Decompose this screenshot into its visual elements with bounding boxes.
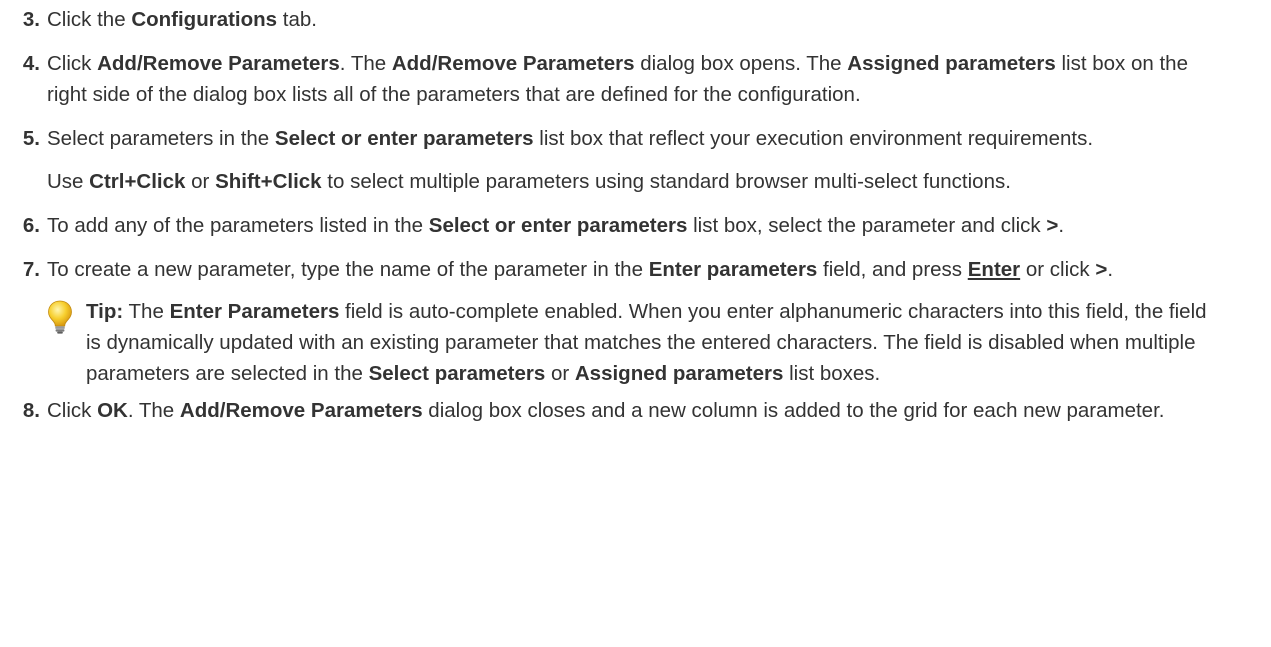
step-number: 7.: [22, 258, 40, 281]
document-body: 3. Click the Configurations tab. 4. Clic…: [0, 0, 1271, 426]
text: or click: [1020, 258, 1096, 281]
step-8: 8. Click OK. The Add/Remove Parameters d…: [0, 395, 1271, 426]
ui-term: Assigned parameters: [574, 362, 784, 385]
step-text: To add any of the parameters listed in t…: [47, 210, 1227, 241]
text: To add any of the parameters listed in t…: [47, 214, 429, 237]
text: or: [545, 362, 575, 385]
ui-term: Add/Remove Parameters: [391, 52, 635, 75]
step-7: 7. To create a new parameter, type the n…: [0, 254, 1271, 395]
text: To create a new parameter, type the name…: [47, 258, 649, 281]
tip-text: Tip: The Enter Parameters field is auto-…: [86, 296, 1227, 389]
text: . The: [127, 399, 180, 422]
step-text: Select parameters in the Select or enter…: [47, 123, 1227, 197]
text: dialog box closes and a new column is ad…: [422, 399, 1165, 422]
step-text: Click Add/Remove Parameters. The Add/Rem…: [47, 48, 1227, 110]
key-combo: Shift+Click: [215, 170, 322, 193]
tip-label: Tip:: [86, 300, 124, 323]
step-3: 3. Click the Configurations tab.: [0, 4, 1271, 35]
ui-term: Select parameters: [368, 362, 546, 385]
step-text: To create a new parameter, type the name…: [47, 254, 1227, 395]
text: Use: [47, 170, 90, 193]
text: field, and press: [817, 258, 968, 281]
text: .: [1107, 258, 1114, 281]
ui-term: Assigned parameters: [847, 52, 1056, 75]
ui-term: Add/Remove Parameters: [179, 399, 423, 422]
step-number: 8.: [22, 399, 40, 422]
ui-term: Add/Remove Parameters: [97, 52, 340, 75]
text: or: [185, 170, 216, 193]
ui-term: Configurations: [131, 8, 278, 31]
text: Click: [47, 399, 98, 422]
step-number: 5.: [22, 127, 40, 150]
text: Click: [47, 52, 98, 75]
step-number: 3.: [22, 8, 40, 31]
text: list box, select the parameter and click: [687, 214, 1047, 237]
ui-term: Select or enter parameters: [274, 127, 534, 150]
text: dialog box opens. The: [634, 52, 848, 75]
step-number: 4.: [22, 52, 40, 75]
key-combo: Ctrl+Click: [89, 170, 186, 193]
step-5: 5. Select parameters in the Select or en…: [0, 123, 1271, 197]
text: . The: [339, 52, 392, 75]
step-text: Click OK. The Add/Remove Parameters dial…: [47, 395, 1227, 426]
ui-term: Enter Parameters: [169, 300, 340, 323]
ui-term: OK: [97, 399, 128, 422]
ui-term: Select or enter parameters: [428, 214, 688, 237]
step-6: 6. To add any of the parameters listed i…: [0, 210, 1271, 241]
tip-box: Tip: The Enter Parameters field is auto-…: [47, 296, 1227, 389]
step-4: 4. Click Add/Remove Parameters. The Add/…: [0, 48, 1271, 110]
text: Select parameters in the: [47, 127, 275, 150]
ui-term: >: [1046, 214, 1059, 237]
text: to select multiple parameters using stan…: [321, 170, 1011, 193]
text: The: [123, 300, 170, 323]
text: tab.: [277, 8, 317, 31]
text: Click the: [47, 8, 132, 31]
enter-key: Enter: [967, 258, 1021, 281]
lightbulb-icon: [47, 296, 86, 389]
ui-term: Enter parameters: [648, 258, 818, 281]
step-number: 6.: [22, 214, 40, 237]
ui-term: >: [1095, 258, 1108, 281]
text: .: [1058, 214, 1065, 237]
text: list boxes.: [783, 362, 881, 385]
text: list box that reflect your execution env…: [533, 127, 1094, 150]
step-text: Click the Configurations tab.: [47, 4, 1227, 35]
